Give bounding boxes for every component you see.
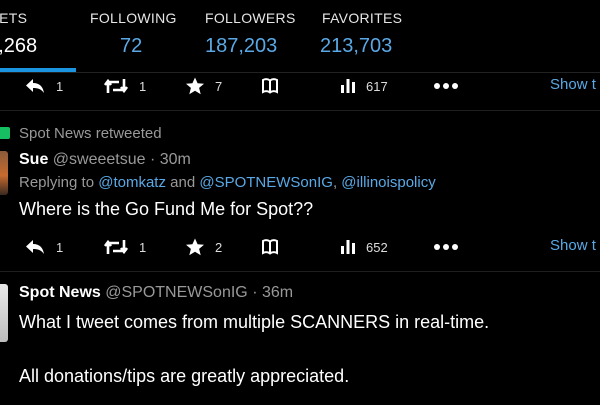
tweet-item: Spot News retweeted Sue @sweeetsue · 30m… bbox=[0, 111, 600, 271]
tweet-text: Where is the Go Fund Me for Spot?? bbox=[19, 199, 314, 219]
views-button[interactable]: 617 bbox=[340, 72, 388, 100]
more-button[interactable] bbox=[433, 233, 459, 261]
tweet-actions: 1 1 7 617 Show t bbox=[0, 72, 600, 100]
mention-link[interactable]: @SPOTNEWSonIG bbox=[199, 174, 333, 191]
star-icon bbox=[185, 77, 205, 95]
views-button[interactable]: 652 bbox=[340, 233, 388, 261]
tweet-header: Spot News @SPOTNEWSonIG · 36m bbox=[19, 284, 293, 302]
retweet-icon bbox=[103, 77, 129, 95]
retweet-count: 1 bbox=[139, 78, 147, 94]
reply-icon bbox=[24, 238, 46, 256]
more-dots-icon bbox=[433, 82, 459, 90]
star-icon bbox=[185, 238, 205, 256]
retweet-icon bbox=[103, 238, 129, 256]
more-dots-icon bbox=[433, 243, 459, 251]
retweet-icon bbox=[0, 127, 10, 139]
reply-button[interactable]: 1 bbox=[24, 72, 63, 100]
profile-stats-bar: WEETS 29,268 FOLLOWING 72 FOLLOWERS 187,… bbox=[0, 0, 600, 72]
mention-link[interactable]: @illinoispolicy bbox=[341, 174, 435, 191]
author-handle-time[interactable]: @sweeetsue · 30m bbox=[53, 151, 191, 168]
tweet-actions: 1 1 2 652 Show t bbox=[0, 233, 600, 261]
author-name[interactable]: Spot News bbox=[19, 284, 101, 301]
like-button[interactable]: 2 bbox=[185, 233, 222, 261]
like-count: 2 bbox=[215, 239, 223, 255]
following-count: 72 bbox=[120, 35, 143, 57]
reply-comma-text: , bbox=[332, 174, 338, 191]
more-button[interactable] bbox=[433, 72, 459, 100]
bookmark-button[interactable] bbox=[261, 72, 279, 100]
show-thread-link[interactable]: Show t bbox=[550, 76, 596, 93]
book-icon bbox=[261, 238, 279, 256]
tweet-text-line: All donations/tips are greatly appreciat… bbox=[19, 366, 350, 386]
favorites-label: FAVORITES bbox=[322, 10, 403, 26]
avatar[interactable] bbox=[0, 284, 8, 342]
book-icon bbox=[261, 77, 279, 95]
reply-icon bbox=[24, 77, 46, 95]
tweet-header: Sue @sweeetsue · 30m bbox=[19, 151, 191, 169]
favorites-count: 213,703 bbox=[320, 35, 393, 57]
following-label: FOLLOWING bbox=[90, 10, 177, 26]
retweet-count: 1 bbox=[139, 239, 147, 255]
tweets-stat[interactable]: WEETS 29,268 bbox=[0, 10, 37, 58]
bar-chart-icon bbox=[340, 239, 356, 255]
replying-to-line: Replying to @tomkatz and @SPOTNEWSonIG, … bbox=[19, 174, 436, 191]
avatar[interactable] bbox=[0, 151, 8, 195]
following-stat[interactable]: FOLLOWING 72 bbox=[90, 10, 177, 58]
replying-to-label: Replying to bbox=[19, 174, 95, 191]
followers-label: FOLLOWERS bbox=[205, 10, 296, 26]
followers-stat[interactable]: FOLLOWERS 187,203 bbox=[205, 10, 296, 58]
author-name[interactable]: Sue bbox=[19, 151, 48, 168]
favorites-stat[interactable]: FAVORITES 213,703 bbox=[320, 10, 403, 58]
views-count: 652 bbox=[366, 239, 388, 255]
like-count: 7 bbox=[215, 78, 223, 94]
tweets-label: WEETS bbox=[0, 10, 28, 26]
tweets-count: 29,268 bbox=[0, 35, 38, 57]
retweet-button[interactable]: 1 bbox=[103, 233, 146, 261]
followers-count: 187,203 bbox=[205, 35, 278, 57]
tweet-item: Spot News @SPOTNEWSonIG · 36m What I twe… bbox=[0, 272, 600, 405]
retweet-button[interactable]: 1 bbox=[103, 72, 146, 100]
mention-link[interactable]: @tomkatz bbox=[98, 174, 166, 191]
bar-chart-icon bbox=[340, 78, 356, 94]
bookmark-button[interactable] bbox=[261, 233, 279, 261]
reply-button[interactable]: 1 bbox=[24, 233, 63, 261]
tweet-text-line: What I tweet comes from multiple SCANNER… bbox=[19, 312, 490, 332]
reply-count: 1 bbox=[56, 78, 64, 94]
reply-count: 1 bbox=[56, 239, 64, 255]
like-button[interactable]: 7 bbox=[185, 72, 222, 100]
reply-and-text: and bbox=[170, 174, 196, 191]
views-count: 617 bbox=[366, 78, 388, 94]
author-handle-time[interactable]: @SPOTNEWSonIG · 36m bbox=[105, 284, 293, 301]
show-thread-link[interactable]: Show t bbox=[550, 237, 596, 254]
retweet-note: Spot News retweeted bbox=[19, 125, 162, 142]
